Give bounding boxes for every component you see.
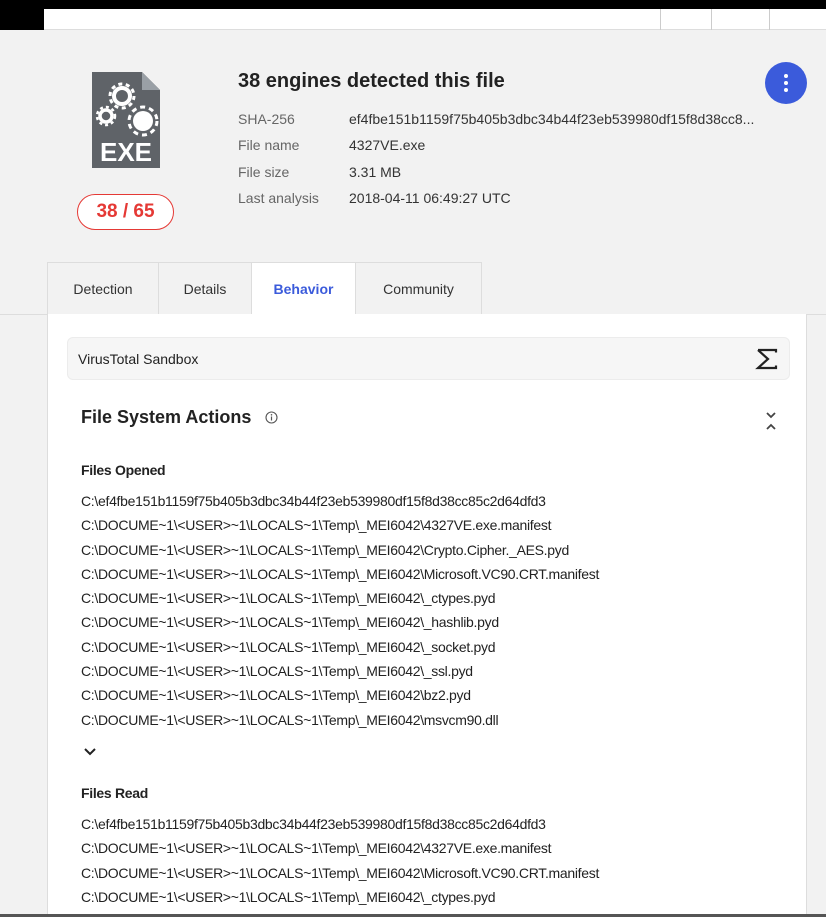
- behavior-panel: VirusTotal Sandbox File System Actions F…: [47, 314, 807, 917]
- meta-label: File size: [238, 164, 290, 180]
- list-item: C:\DOCUME~1\<USER>~1\LOCALS~1\Temp\_MEI6…: [81, 864, 600, 881]
- list-item: C:\DOCUME~1\<USER>~1\LOCALS~1\Temp\_MEI6…: [81, 888, 496, 905]
- tab-behavior[interactable]: Behavior: [251, 262, 356, 315]
- more-vertical-icon: [784, 74, 788, 78]
- virustotal-page: EXE 38 / 65 38 engines detected this fil…: [0, 0, 826, 917]
- file-system-actions-title: File System Actions: [81, 407, 252, 427]
- meta-value-file-size: 3.31 MB: [349, 164, 402, 180]
- list-item: C:\DOCUME~1\<USER>~1\LOCALS~1\Temp\_MEI6…: [81, 565, 600, 582]
- list-item: C:\DOCUME~1\<USER>~1\LOCALS~1\Temp\_MEI6…: [81, 590, 496, 607]
- list-item: C:\DOCUME~1\<USER>~1\LOCALS~1\Temp\_MEI6…: [81, 840, 552, 857]
- list-item: C:\DOCUME~1\<USER>~1\LOCALS~1\Temp\_MEI6…: [81, 638, 496, 655]
- sigma-icon[interactable]: [755, 347, 779, 371]
- list-item: C:\DOCUME~1\<USER>~1\LOCALS~1\Temp\_MEI6…: [81, 541, 569, 558]
- meta-label: SHA-256: [238, 111, 295, 127]
- list-item: C:\DOCUME~1\<USER>~1\LOCALS~1\Temp\_MEI6…: [81, 687, 471, 704]
- list-item: C:\DOCUME~1\<USER>~1\LOCALS~1\Temp\_MEI6…: [81, 614, 499, 631]
- nav-separator: [660, 9, 661, 30]
- chevron-down-icon[interactable]: [83, 747, 97, 757]
- collapse-chevrons-icon[interactable]: [764, 410, 778, 432]
- detection-score-badge: 38 / 65: [77, 194, 174, 230]
- files-read-list: C:\ef4fbe151b1159f75b405b3dbc34b44f23eb5…: [81, 812, 599, 909]
- nav-separator: [769, 9, 770, 30]
- list-item: C:\DOCUME~1\<USER>~1\LOCALS~1\Temp\_MEI6…: [81, 711, 499, 728]
- report-tabs: Detection Details Behavior Community: [47, 262, 482, 315]
- info-icon[interactable]: [265, 411, 278, 424]
- meta-label: Last analysis: [238, 190, 319, 206]
- more-options-button[interactable]: [765, 62, 807, 104]
- meta-value-last-analysis: 2018-04-11 06:49:27 UTC: [349, 190, 511, 206]
- list-item: C:\DOCUME~1\<USER>~1\LOCALS~1\Temp\_MEI6…: [81, 517, 552, 534]
- list-item: C:\ef4fbe151b1159f75b405b3dbc34b44f23eb5…: [81, 816, 546, 832]
- files-opened-title: Files Opened: [81, 462, 166, 478]
- sandbox-label: VirusTotal Sandbox: [78, 351, 199, 367]
- list-item: C:\ef4fbe151b1159f75b405b3dbc34b44f23eb5…: [81, 493, 546, 509]
- sandbox-selector[interactable]: VirusTotal Sandbox: [67, 337, 790, 380]
- meta-value-sha256[interactable]: ef4fbe151b1159f75b405b3dbc34b44f23eb5399…: [349, 111, 754, 127]
- nav-separator: [711, 9, 712, 30]
- tab-community[interactable]: Community: [355, 262, 482, 314]
- detection-title: 38 engines detected this file: [238, 70, 505, 92]
- top-nav-bar: [0, 0, 826, 30]
- files-opened-list: C:\ef4fbe151b1159f75b405b3dbc34b44f23eb5…: [81, 489, 599, 732]
- files-read-title: Files Read: [81, 785, 149, 801]
- tab-detection[interactable]: Detection: [47, 262, 159, 314]
- exe-label: EXE: [100, 137, 152, 167]
- tab-details[interactable]: Details: [158, 262, 252, 314]
- list-item: C:\DOCUME~1\<USER>~1\LOCALS~1\Temp\_MEI6…: [81, 663, 473, 680]
- meta-label: File name: [238, 137, 300, 153]
- meta-value-file-name: 4327VE.exe: [349, 137, 426, 153]
- exe-file-icon: EXE: [92, 72, 160, 168]
